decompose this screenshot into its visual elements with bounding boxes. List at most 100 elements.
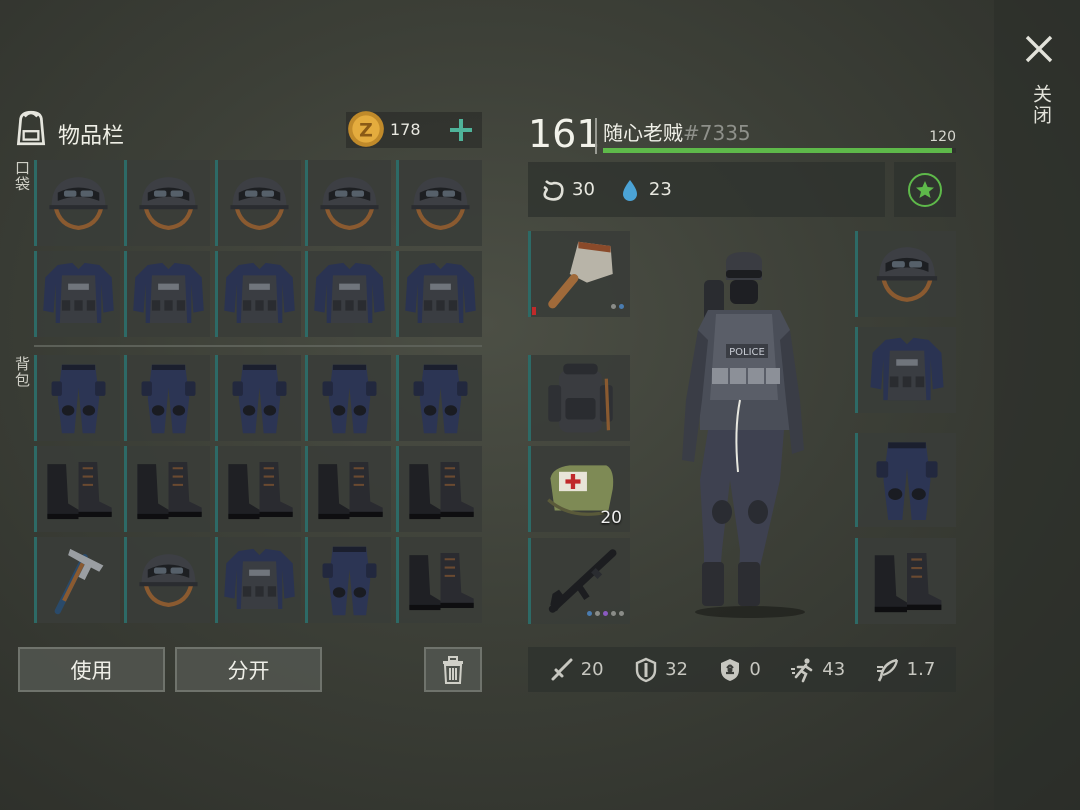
equip-slot-backpack[interactable] [528,355,630,441]
survival-panel: 30 23 [528,162,885,217]
boots-icon [308,446,391,532]
character-model: POLICE [682,252,805,618]
medkit-count: 20 [600,508,622,528]
use-button[interactable]: 使用 [18,647,165,692]
inventory-slot[interactable] [396,355,482,441]
close-button[interactable]: 关闭 [1018,32,1060,134]
inventory-slot[interactable] [215,251,301,337]
helmet-icon [858,231,956,317]
speed-value: 43 [822,659,846,680]
boots-icon [218,446,301,532]
backpack-icon [16,110,46,146]
pants-icon [308,355,391,441]
inventory-slot[interactable] [396,537,482,623]
attack-value: 20 [580,659,604,680]
inventory-slot[interactable] [34,160,120,246]
attachment-dots [587,611,624,616]
inventory-slot[interactable] [305,251,391,337]
inventory-slot[interactable] [305,537,391,623]
coin-icon: Z [348,111,384,147]
equip-slot-boots[interactable] [855,538,956,624]
pants-icon [127,355,210,441]
inventory-slot[interactable] [396,251,482,337]
equip-slot-medkit[interactable]: 20 [528,446,630,532]
inventory-slot[interactable] [34,251,120,337]
vest-icon [399,251,482,337]
player-name-row: 随心老贼#7335 [603,117,751,146]
vest-icon [218,251,301,337]
radiation-value: 0 [749,659,761,680]
stealth-value: 1.7 [906,659,936,680]
inventory-slot[interactable] [305,160,391,246]
defense-value: 32 [665,659,688,680]
vest-icon [127,251,210,337]
radiation-shield-icon [721,658,740,681]
helmet-icon [308,160,391,246]
equip-slot-pants[interactable] [855,433,956,527]
stomach-icon [543,179,564,201]
equip-slot-cleaver[interactable] [528,231,630,317]
pants-icon [399,355,482,441]
inventory-slot[interactable] [396,446,482,532]
svg-text:POLICE: POLICE [729,347,765,358]
star-icon [908,172,942,207]
speed-stat: 43 [790,657,845,683]
hunger-value: 30 [572,179,595,200]
split-button[interactable]: 分开 [175,647,322,692]
inventory-slot[interactable] [396,160,482,246]
trash-button[interactable] [424,647,482,692]
inventory-slot[interactable] [124,251,210,337]
player-name: 随心老贼 [603,121,683,145]
xp-bar-fill [603,148,953,153]
backpack-icon [531,355,630,441]
pants-icon [37,355,120,441]
level-divider [595,118,597,154]
thirst-stat: 23 [617,177,672,203]
inventory-slot[interactable] [305,446,391,532]
favorite-button[interactable] [894,162,956,217]
vest-icon [308,251,391,337]
inventory-header: 物品栏 Z 178 [8,104,482,150]
equip-slot-vest[interactable] [855,327,956,413]
inventory-slot[interactable] [34,446,120,532]
equip-slot-helmet[interactable] [855,231,956,317]
inventory-slot[interactable] [124,160,210,246]
close-icon [1025,35,1053,63]
hunger-stat: 30 [540,177,595,203]
shield-icon [635,657,657,682]
thirst-value: 23 [648,179,672,200]
inventory-slot[interactable] [215,446,301,532]
vest-icon [218,537,301,623]
xp-value: 120 [929,129,956,145]
inventory-slot[interactable] [34,355,120,441]
radiation-stat: 0 [717,657,761,683]
inventory-slot[interactable] [215,537,301,623]
helmet-icon [218,160,301,246]
helmet-icon [127,160,210,246]
helmet-icon [399,160,482,246]
inventory-slot[interactable] [215,160,301,246]
pants-icon [308,537,391,623]
water-drop-icon [622,179,637,201]
stealth-stat: 1.7 [875,657,936,683]
helmet-icon [127,537,210,623]
sword-icon [551,658,573,680]
inventory-slot[interactable] [124,446,210,532]
equip-slot-rifle[interactable] [528,538,630,624]
inventory-slot[interactable] [124,355,210,441]
trash-icon [443,655,463,684]
boots-icon [858,538,956,624]
inventory-slot[interactable] [124,537,210,623]
hammer-icon [37,537,120,623]
xp-bar [603,148,956,153]
coin-count: 178 [390,120,421,139]
add-coins-button[interactable] [444,113,478,147]
inventory-slot[interactable] [34,537,120,623]
inventory-slot[interactable] [305,355,391,441]
inventory-slot[interactable] [215,355,301,441]
backpack-label: 背包 [13,356,31,388]
boots-icon [37,446,120,532]
boots-icon [399,537,482,623]
close-label: 关闭 [1030,84,1052,126]
running-icon [791,657,813,682]
